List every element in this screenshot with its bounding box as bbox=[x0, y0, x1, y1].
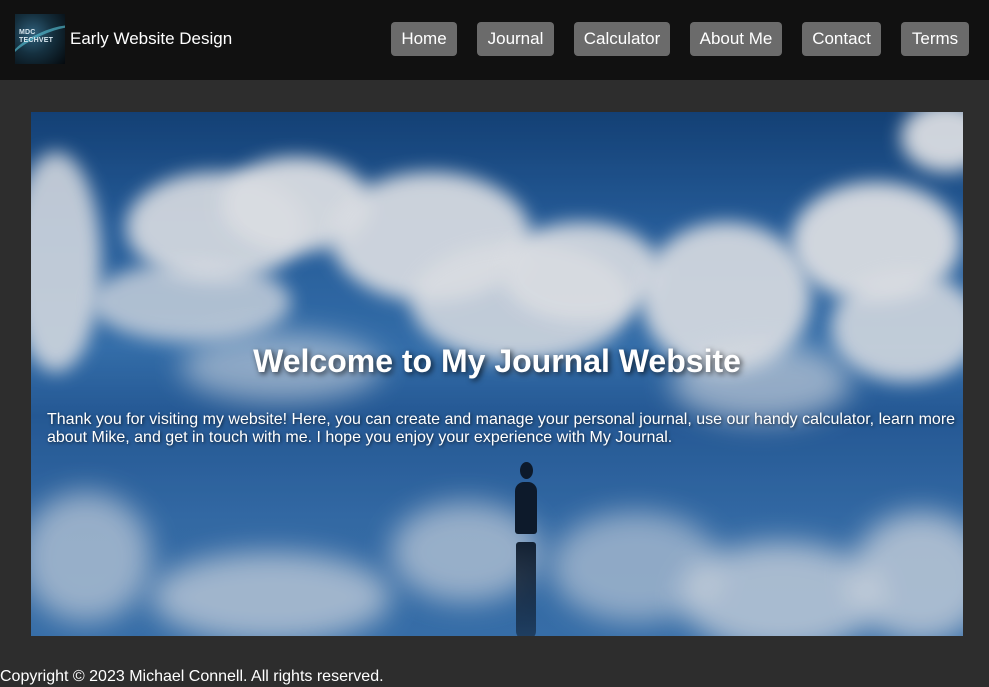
hero-banner: Welcome to My Journal Website Thank you … bbox=[31, 112, 963, 636]
standing-figure-head bbox=[520, 462, 533, 479]
figure-reflection bbox=[516, 542, 536, 636]
nav-about-me-button[interactable]: About Me bbox=[690, 22, 782, 56]
footer-copyright: Copyright © 2023 Michael Connell. All ri… bbox=[0, 668, 384, 685]
site-title: Early Website Design bbox=[70, 29, 233, 48]
nav-journal-button[interactable]: Journal bbox=[477, 22, 554, 56]
hero-description: Thank you for visiting my website! Here,… bbox=[47, 411, 956, 446]
logo-text-line2: TECHVET bbox=[19, 37, 54, 44]
nav-home-button[interactable]: Home bbox=[391, 22, 457, 56]
site-logo[interactable]: MDC TECHVET bbox=[15, 14, 65, 64]
logo-text-line1: MDC bbox=[19, 29, 36, 36]
standing-figure bbox=[515, 482, 537, 534]
nav-calculator-button[interactable]: Calculator bbox=[574, 22, 670, 56]
nav-contact-button[interactable]: Contact bbox=[802, 22, 881, 56]
top-navigation-bar: MDC TECHVET Early Website Design Home Jo… bbox=[0, 0, 989, 80]
logo-text: MDC TECHVET bbox=[19, 29, 61, 45]
hero-title: Welcome to My Journal Website bbox=[253, 343, 741, 379]
nav-terms-button[interactable]: Terms bbox=[901, 22, 969, 56]
